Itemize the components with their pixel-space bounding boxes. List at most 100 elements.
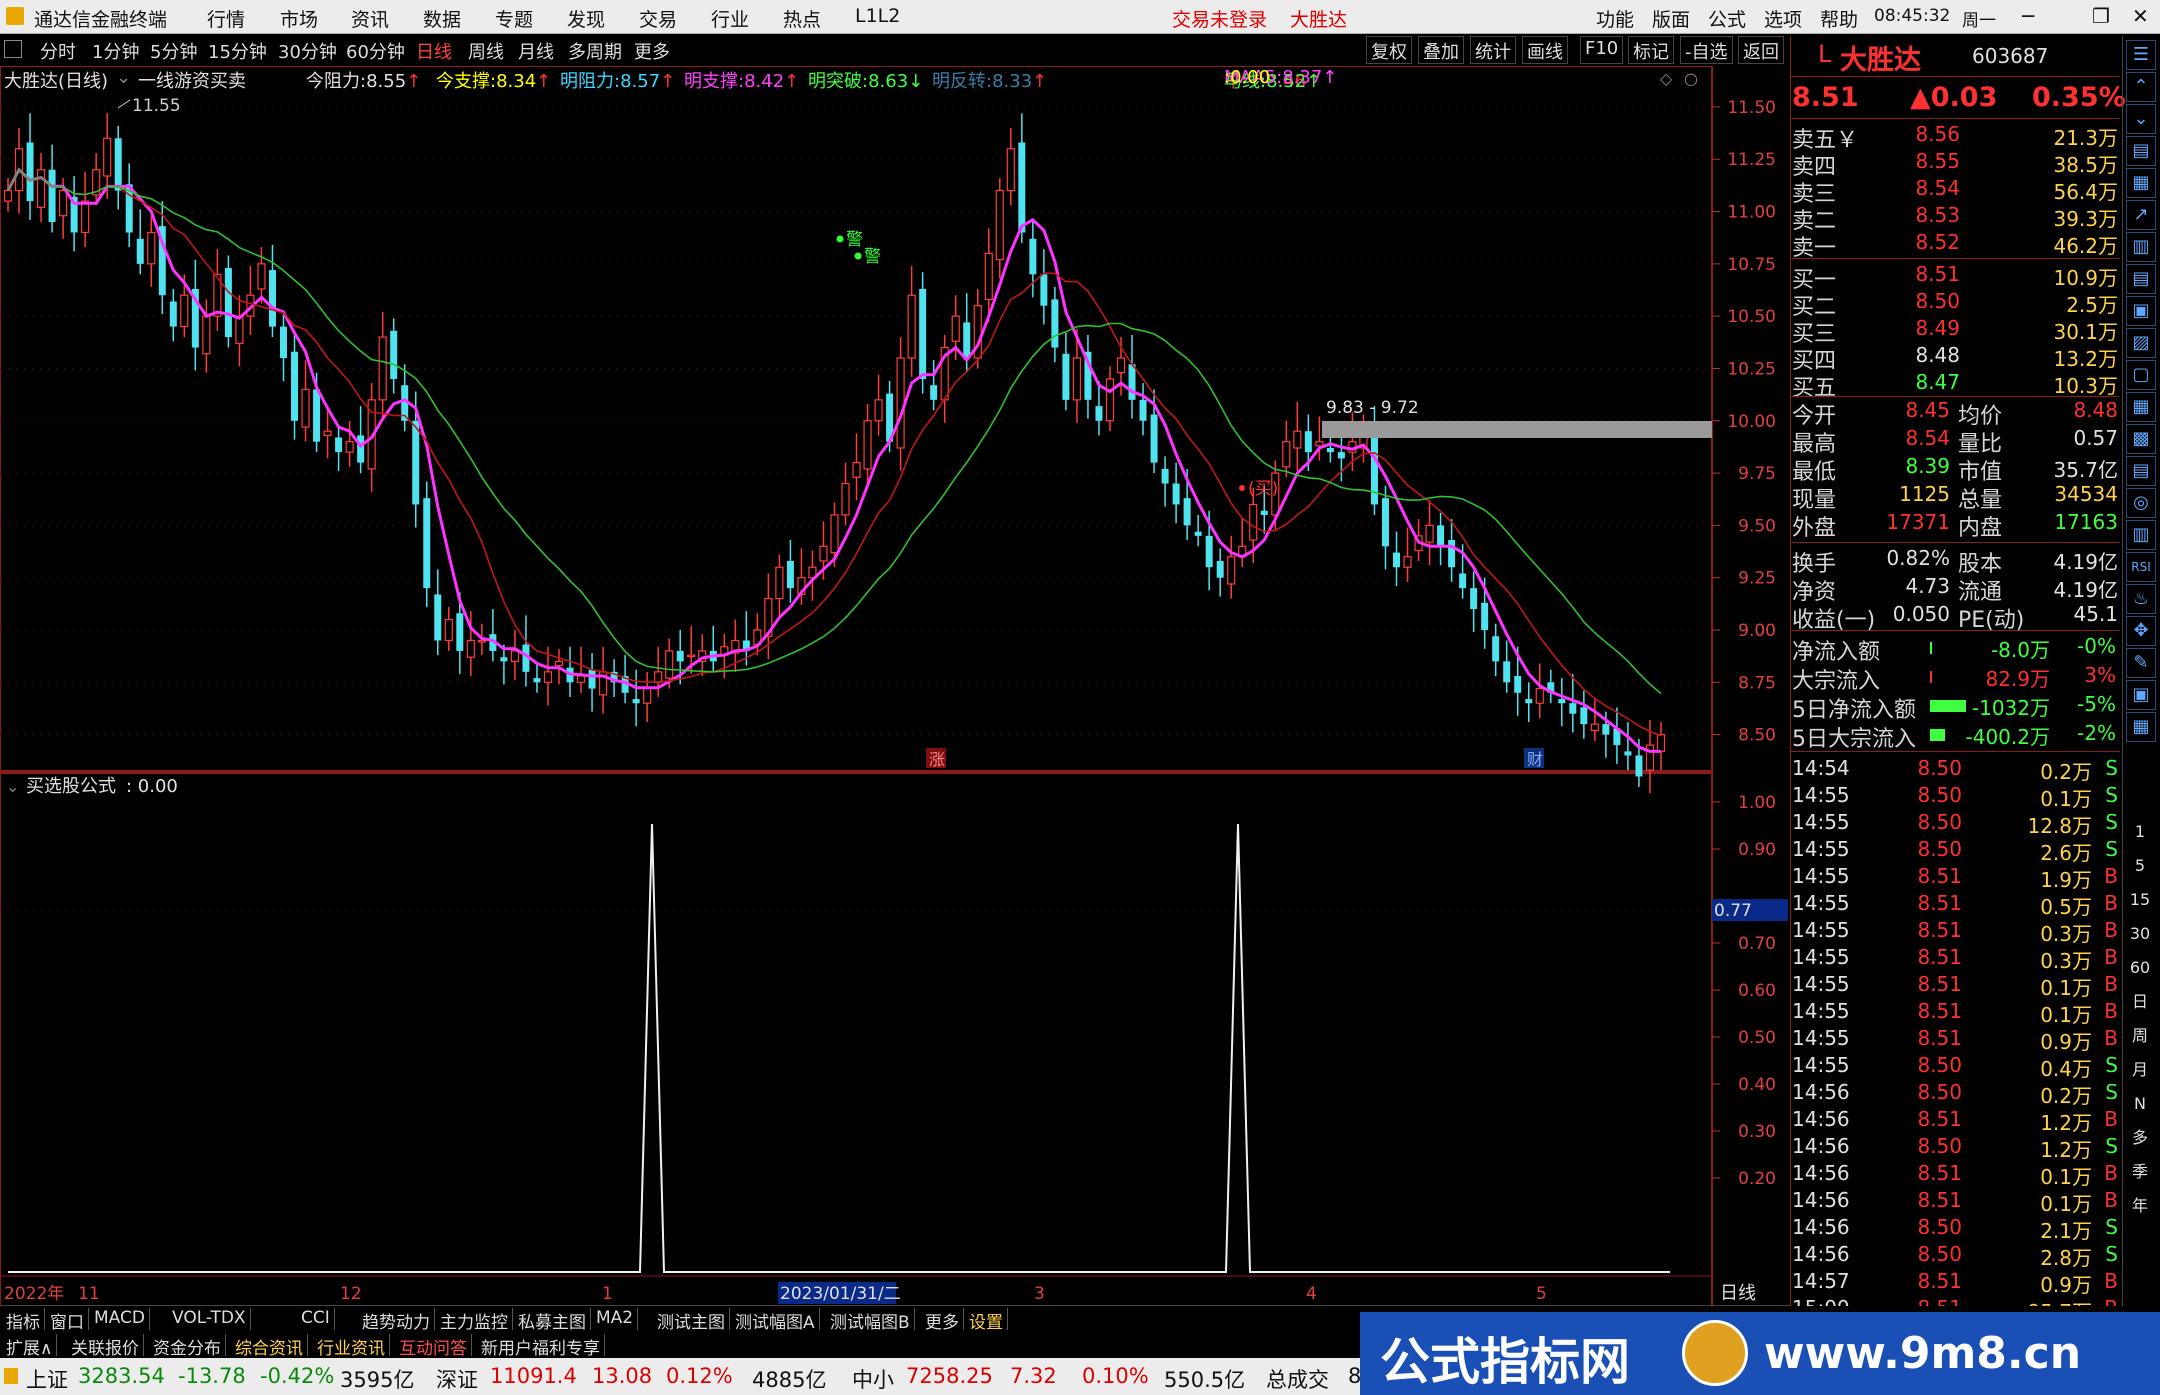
grid-icon[interactable]: ▦ xyxy=(2126,168,2156,198)
period-shortcut[interactable]: 周 xyxy=(2126,1022,2154,1050)
indicator-tab[interactable]: 私募主图 xyxy=(514,1308,591,1333)
plus-icon[interactable]: ▥ xyxy=(2126,520,2156,550)
up-badge[interactable]: 涨 xyxy=(929,750,945,769)
move-icon[interactable]: ✥ xyxy=(2126,616,2156,646)
rsi-icon[interactable]: RSI xyxy=(2126,552,2156,582)
period-shortcut[interactable]: 多 xyxy=(2126,1124,2154,1152)
period-shortcut[interactable]: 60 xyxy=(2126,954,2154,982)
arrow-up-icon[interactable]: ⌃ xyxy=(2126,72,2156,102)
menu-item-banmian[interactable]: 版面 xyxy=(1652,5,1690,32)
period-shortcut[interactable]: 30 xyxy=(2126,920,2154,948)
bar-chart-icon[interactable]: ▥ xyxy=(2126,232,2156,262)
period-shortcut[interactable]: 季 xyxy=(2126,1158,2154,1186)
menu-item-bangzhu[interactable]: 帮助 xyxy=(1820,5,1858,32)
info-tab[interactable]: 扩展∧ xyxy=(2,1334,58,1359)
menu-item-xuanxiang[interactable]: 选项 xyxy=(1764,5,1802,32)
period-monthly[interactable]: 月线 xyxy=(518,38,554,64)
f10-alt-icon[interactable]: ▢ xyxy=(2126,360,2156,390)
period-15min[interactable]: 15分钟 xyxy=(208,38,267,64)
bid-volume[interactable]: 10.9万 xyxy=(1998,262,2118,291)
fire-icon[interactable]: ♨ xyxy=(2126,584,2156,614)
indicator-tab[interactable]: CCI xyxy=(297,1308,335,1330)
chart-icon[interactable]: ▨ xyxy=(2126,328,2156,358)
indicator-tab[interactable]: 主力监控 xyxy=(436,1308,513,1333)
bid-volume[interactable]: 13.2万 xyxy=(1998,343,2118,372)
flag-icon[interactable]: ▦ xyxy=(2126,712,2156,742)
kline-chart[interactable]: 11.5011.2511.0010.7510.5010.2510.009.759… xyxy=(0,66,1790,1306)
indicator-tab[interactable]: 设置 xyxy=(965,1308,1008,1333)
period-shortcut[interactable]: 年 xyxy=(2126,1192,2154,1220)
bid-volume[interactable]: 30.1万 xyxy=(1998,316,2118,345)
info-tab[interactable]: 互动问答 xyxy=(395,1334,472,1359)
indicator-tab[interactable]: 窗口 xyxy=(46,1308,89,1333)
info-tab[interactable]: 新用户福利专享 xyxy=(477,1334,605,1359)
menu-item-jiaoyi[interactable]: 交易 xyxy=(639,5,677,32)
arrow-down-icon[interactable]: ⌄ xyxy=(2126,104,2156,134)
indicator-tab[interactable]: 测试幅图B xyxy=(826,1308,915,1333)
table-icon[interactable]: ▤ xyxy=(2126,264,2156,294)
circle-icon[interactable]: ○ xyxy=(1684,69,1698,88)
period-more[interactable]: 更多 xyxy=(634,38,670,64)
btn-fanhui[interactable]: 返回 xyxy=(1738,36,1784,64)
info-tab[interactable]: 行业资讯 xyxy=(313,1334,390,1359)
btn-zixuan[interactable]: -自选 xyxy=(1680,36,1733,64)
period-shortcut[interactable]: 5 xyxy=(2126,852,2154,880)
diamond-icon[interactable]: ◇ xyxy=(1660,69,1673,88)
menu-item-gongshi[interactable]: 公式 xyxy=(1708,5,1746,32)
ask-volume[interactable]: 38.5万 xyxy=(1998,149,2118,178)
bid-volume[interactable]: 10.3万 xyxy=(1998,370,2118,399)
indicator-tab[interactable]: 指标 xyxy=(2,1308,45,1333)
period-fenshi[interactable]: 分时 xyxy=(40,38,76,64)
period-daily[interactable]: 日线 xyxy=(416,38,452,64)
indicator-tab[interactable]: VOL-TDX xyxy=(168,1308,251,1330)
f10-icon[interactable]: ▣ xyxy=(2126,296,2156,326)
period-shortcut[interactable]: 月 xyxy=(2126,1056,2154,1084)
indicator-tab[interactable]: MA2 xyxy=(592,1308,639,1330)
fin-badge[interactable]: 财 xyxy=(1527,750,1543,769)
ask-volume[interactable]: 39.3万 xyxy=(1998,203,2118,232)
fund-icon[interactable]: ▩ xyxy=(2126,424,2156,454)
menu-item-redian[interactable]: 热点 xyxy=(783,5,821,32)
period-60min[interactable]: 60分钟 xyxy=(346,38,405,64)
ask-volume[interactable]: 46.2万 xyxy=(1998,230,2118,259)
ask-volume[interactable]: 21.3万 xyxy=(1998,122,2118,151)
menu-item-shuju[interactable]: 数据 xyxy=(423,5,461,32)
periodbar-toggle-icon[interactable] xyxy=(4,40,22,58)
period-multi[interactable]: 多周期 xyxy=(568,38,622,64)
menu-item-l1l2[interactable]: L1L2 xyxy=(855,5,900,27)
menu-item-zhuanti[interactable]: 专题 xyxy=(495,5,533,32)
period-5min[interactable]: 5分钟 xyxy=(150,38,197,64)
menu-item-hangqing[interactable]: 行情 xyxy=(207,5,245,32)
period-shortcut[interactable]: 日 xyxy=(2126,988,2154,1016)
collapse-icon[interactable]: ☰ xyxy=(2126,40,2156,70)
period-shortcut[interactable]: 1 xyxy=(2126,818,2154,846)
menu-item-zixun[interactable]: 资讯 xyxy=(351,5,389,32)
menu-item-shichang[interactable]: 市场 xyxy=(280,5,318,32)
menu-item-hangye[interactable]: 行业 xyxy=(711,5,749,32)
sz-label[interactable]: 深证 xyxy=(436,1364,478,1394)
restore-icon[interactable]: ❐ xyxy=(2092,4,2110,28)
btn-tongji[interactable]: 统计 xyxy=(1470,36,1516,64)
list-icon[interactable]: ▤ xyxy=(2126,136,2156,166)
info-tab[interactable]: 资金分布 xyxy=(149,1334,226,1359)
sub-formula-dropdown-icon[interactable]: ⌄ xyxy=(6,777,19,796)
period-shortcut[interactable]: N xyxy=(2126,1090,2154,1118)
info-tab[interactable]: 关联报价 xyxy=(67,1334,144,1359)
box-icon[interactable]: ▣ xyxy=(2126,680,2156,710)
sh-label[interactable]: 上证 xyxy=(26,1364,68,1394)
close-icon[interactable]: ✕ xyxy=(2132,4,2149,28)
grid-alt-icon[interactable]: ▦ xyxy=(2126,392,2156,422)
ask-volume[interactable]: 56.4万 xyxy=(1998,176,2118,205)
trend-icon[interactable]: ↗ xyxy=(2126,200,2156,230)
indicator-tab[interactable]: 测试主图 xyxy=(653,1308,730,1333)
bid-volume[interactable]: 2.5万 xyxy=(1998,289,2118,318)
money-icon[interactable]: ◎ xyxy=(2126,488,2156,518)
menu-item-gongneng[interactable]: 功能 xyxy=(1596,5,1634,32)
btn-diejia[interactable]: 叠加 xyxy=(1418,36,1464,64)
indicator-tab[interactable]: 趋势动力 xyxy=(358,1308,435,1333)
tick-list[interactable]: 14:54 8.50 0.2万 S 14:55 8.50 0.1万 S 14:55 8.50 12.… xyxy=(1790,754,2120,1306)
btn-biaoji[interactable]: 标记 xyxy=(1628,36,1674,64)
indicator-tab[interactable]: MACD xyxy=(90,1308,150,1330)
indicator-tab[interactable]: 更多 xyxy=(921,1308,964,1333)
zx-label[interactable]: 中小 xyxy=(852,1364,894,1394)
